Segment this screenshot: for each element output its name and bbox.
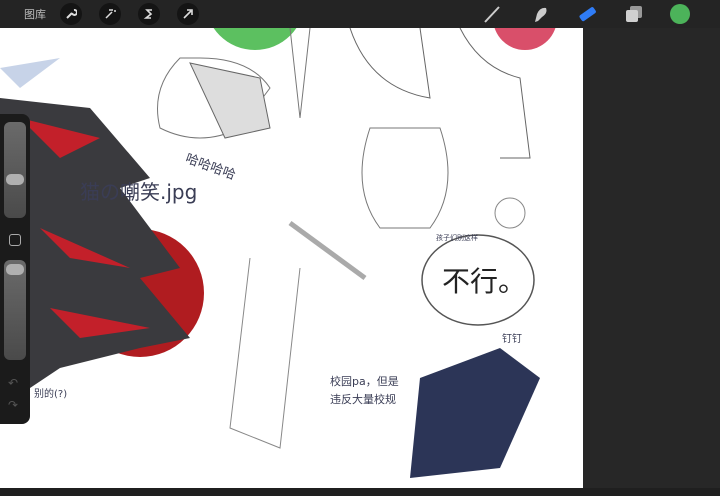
eyedropper-modify-button[interactable] xyxy=(9,234,21,246)
note-text: 别的(?) xyxy=(34,389,68,400)
actions-wrench-icon[interactable] xyxy=(60,3,82,25)
undo-icon[interactable]: ↶ xyxy=(8,376,18,390)
brush-size-slider[interactable] xyxy=(4,122,26,218)
bottom-bar xyxy=(0,488,720,496)
transform-arrow-icon[interactable] xyxy=(177,3,199,25)
brush-size-knob[interactable] xyxy=(6,174,24,185)
cat-caption-text: 猫の嘲笑.jpg xyxy=(80,180,198,204)
color-picker-icon[interactable] xyxy=(670,4,690,24)
eraser-icon[interactable] xyxy=(577,4,597,24)
selection-icon[interactable] xyxy=(138,3,160,25)
opacity-knob[interactable] xyxy=(6,264,24,275)
redo-icon[interactable]: ↷ xyxy=(8,398,18,412)
procreate-app: 图库 猫の嘲笑.jpg 哈哈哈哈 不行。 孩子们别这样 校园pa，但是违反大量校… xyxy=(0,0,720,496)
opacity-slider[interactable] xyxy=(4,260,26,360)
top-toolbar: 图库 xyxy=(0,0,720,28)
layers-icon[interactable] xyxy=(624,4,644,24)
smudge-icon[interactable] xyxy=(530,4,550,24)
artwork xyxy=(0,28,556,478)
drawing-canvas[interactable]: 猫の嘲笑.jpg 哈哈哈哈 不行。 孩子们别这样 校园pa，但是违反大量校规 别… xyxy=(0,28,583,488)
small-bubble-text: 孩子们别这样 xyxy=(436,234,478,242)
speech-bubble-text: 不行。 xyxy=(442,265,527,298)
left-sidebar: ↶ ↷ xyxy=(0,114,30,424)
campus-note-text: 校园pa，但是违反大量校规 xyxy=(330,375,399,406)
adjustments-magic-wand-icon[interactable] xyxy=(99,3,121,25)
brush-icon[interactable] xyxy=(482,4,502,24)
gallery-button[interactable]: 图库 xyxy=(24,6,46,22)
nail-text: 钉钉 xyxy=(502,334,522,345)
